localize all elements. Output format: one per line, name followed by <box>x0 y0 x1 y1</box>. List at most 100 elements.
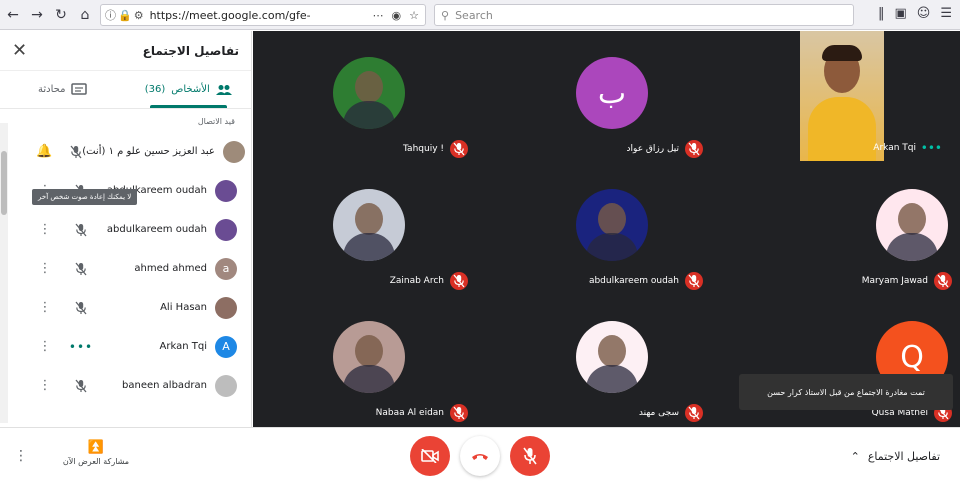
participant-name: عبد العزيز حسين علو م ١ (أنت) <box>82 146 215 157</box>
participant-tile[interactable]: Nabaa Al eidan <box>253 295 488 427</box>
search-icon: ⚲ <box>441 8 450 22</box>
participant-video <box>800 31 884 161</box>
participant-tile[interactable]: Tahquiy ! <box>253 31 488 163</box>
present-now-button[interactable]: ⏫ مشاركة العرض الآن <box>56 440 136 466</box>
camera-off-icon <box>421 449 439 463</box>
participant-row[interactable]: ⋮ abdulkareem oudah <box>0 210 251 249</box>
tile-name: Zainab Arch <box>389 276 444 286</box>
people-list: 🔔 عبد العزيز حسين علو م ١ (أنت) ⋮ abdulkare… <box>0 132 251 405</box>
call-controls-bar: ⋮ ⏫ مشاركة العرض الآن ⌃ تفاصيل الاجتماع <box>0 427 960 486</box>
participant-avatar <box>576 321 648 393</box>
site-info-icons: ⓘ🔒⚙ <box>105 9 146 22</box>
participant-tile[interactable]: سجى مهند <box>488 295 723 427</box>
avatar <box>215 218 237 241</box>
tab-chat-label: محادثة <box>38 84 66 95</box>
pin-icon[interactable]: 🔔 <box>36 144 52 159</box>
participant-tile[interactable]: Zainab Arch <box>253 163 488 295</box>
video-grid: Tahquiy ! ب تيل رزاق عواد Arkan Tqi ••• … <box>253 31 960 427</box>
meeting-details-label: تفاصيل الاجتماع <box>867 450 940 463</box>
participant-name: Ali Hasan <box>160 302 207 313</box>
mic-muted-icon <box>450 272 468 290</box>
participant-row[interactable]: ⋮ baneen albadran <box>0 366 251 405</box>
more-vert-icon[interactable]: ⋮ <box>36 300 54 315</box>
avatar: A <box>215 335 237 358</box>
mic-muted-icon <box>685 272 703 290</box>
tab-people-count: (36) <box>144 84 166 95</box>
more-vert-icon[interactable]: ⋮ <box>36 222 54 237</box>
mic-off-button[interactable] <box>510 436 550 476</box>
notification-toast: تمت مغادرة الاجتماع من قبل الاستاذ كرار … <box>739 374 953 410</box>
avatar <box>215 374 237 397</box>
tile-name: Arkan Tqi <box>873 143 916 153</box>
leave-call-button[interactable] <box>460 436 500 476</box>
camera-off-button[interactable] <box>410 436 450 476</box>
people-icon <box>215 84 232 95</box>
participant-avatar <box>576 189 648 261</box>
participant-avatar <box>333 57 405 129</box>
mic-muted-icon <box>72 262 90 276</box>
participant-row[interactable]: ⋮ ahmed ahmed a <box>0 249 251 288</box>
participant-avatar <box>876 189 948 261</box>
mic-muted-icon <box>72 379 90 393</box>
participant-avatar <box>333 321 405 393</box>
chevron-up-icon: ⌃ <box>850 450 860 463</box>
meeting-details-toggle[interactable]: ⌃ تفاصيل الاجتماع <box>851 450 940 463</box>
reload-icon[interactable]: ↻ <box>50 4 72 26</box>
page-actions-icon[interactable]: ⋯ <box>373 9 384 22</box>
mic-muted-icon <box>450 140 468 158</box>
tile-name: Tahquiy ! <box>403 144 444 154</box>
mic-off-icon <box>523 447 537 465</box>
url-text: https://meet.google.com/gfe-apko-ft <box>149 8 310 22</box>
tab-chat[interactable]: محادثة <box>0 71 126 108</box>
tile-name: abdulkareem oudah <box>588 276 679 286</box>
present-screen-icon: ⏫ <box>87 440 105 455</box>
more-vert-icon[interactable]: ⋮ <box>36 378 54 393</box>
pocket-icon[interactable]: ◉ <box>392 9 402 22</box>
forward-icon[interactable]: → <box>26 4 48 26</box>
close-icon[interactable]: ✕ <box>12 40 32 61</box>
more-vert-icon[interactable]: ⋮ <box>36 261 54 276</box>
account-icon[interactable]: ☺ <box>917 6 931 21</box>
participant-row[interactable]: ⋮ ••• Arkan Tqi A <box>0 327 251 366</box>
avatar <box>215 296 237 319</box>
tab-people-label: الأشخاص <box>171 84 210 95</box>
mic-muted-icon <box>70 145 82 159</box>
tile-name: Nabaa Al eidan <box>375 408 444 418</box>
mic-muted-icon <box>72 223 90 237</box>
participant-avatar: ب <box>576 57 648 129</box>
participant-tile[interactable]: Arkan Tqi ••• <box>723 31 958 163</box>
browser-toolbar: ← → ↻ ⌂ ⓘ🔒⚙ https://meet.google.com/gfe-… <box>0 0 960 30</box>
address-bar[interactable]: ⓘ🔒⚙ https://meet.google.com/gfe-apko-ft … <box>100 4 426 26</box>
more-vert-icon[interactable]: ⋮ <box>36 339 54 354</box>
avatar <box>215 179 237 202</box>
sidebar-icon[interactable]: ▣ <box>894 6 906 21</box>
menu-icon[interactable]: ☰ <box>940 6 952 21</box>
meeting-details-panel: ✕ تفاصيل الاجتماع محادثة (36) الأشخاص قي… <box>0 31 252 427</box>
hang-up-icon <box>472 454 488 460</box>
bookmark-star-icon[interactable]: ☆ <box>409 9 419 22</box>
search-placeholder: Search <box>455 8 493 22</box>
speaking-indicator-icon: ••• <box>920 141 942 155</box>
participant-tile[interactable]: abdulkareem oudah <box>488 163 723 295</box>
participant-name: baneen albadran <box>122 380 207 391</box>
home-icon[interactable]: ⌂ <box>74 4 96 26</box>
participant-tile[interactable]: Maryam Jawad <box>723 163 958 295</box>
tile-name: Maryam Jawad <box>861 276 928 286</box>
panel-title: تفاصيل الاجتماع <box>142 43 239 58</box>
back-icon[interactable]: ← <box>2 4 24 26</box>
mic-muted-icon <box>685 140 703 158</box>
present-now-label: مشاركة العرض الآن <box>62 457 130 466</box>
participant-row[interactable]: ⋮ Ali Hasan <box>0 288 251 327</box>
tab-people[interactable]: (36) الأشخاص <box>126 71 252 108</box>
participant-name: abdulkareem oudah <box>106 224 207 235</box>
mic-muted-icon <box>72 301 90 315</box>
participant-tile[interactable]: ب تيل رزاق عواد <box>488 31 723 163</box>
mic-muted-icon <box>934 272 952 290</box>
speaking-indicator-icon: ••• <box>68 339 94 354</box>
tile-name: تيل رزاق عواد <box>626 144 679 154</box>
library-icon[interactable]: ‖ <box>878 6 885 21</box>
avatar: a <box>215 257 237 280</box>
participant-row[interactable]: 🔔 عبد العزيز حسين علو م ١ (أنت) <box>0 132 251 171</box>
search-input[interactable]: ⚲ Search <box>434 4 854 26</box>
more-options-icon[interactable]: ⋮ <box>14 448 28 464</box>
